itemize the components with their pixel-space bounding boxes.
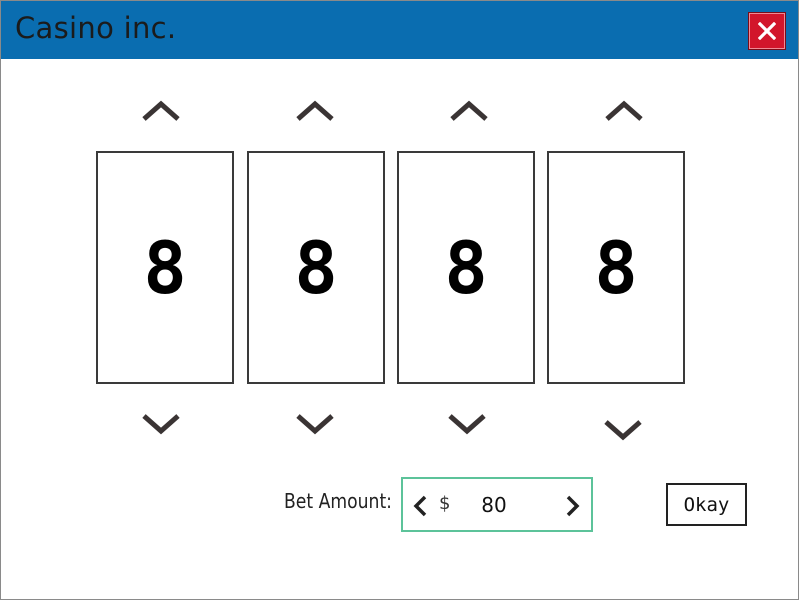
- chevron-left-icon: [413, 495, 427, 517]
- reel-3-down-button[interactable]: [447, 412, 487, 436]
- reel-3-digit: 8: [444, 225, 488, 310]
- reel-2-up-button[interactable]: [295, 99, 335, 123]
- reel-4-up-button[interactable]: [604, 99, 644, 123]
- reel-1: 8: [96, 151, 234, 384]
- bet-increase-button[interactable]: [564, 494, 582, 518]
- reel-1-digit: 8: [143, 225, 187, 310]
- chevron-up-icon: [450, 100, 488, 121]
- chevron-up-icon: [296, 100, 334, 121]
- reel-1-up-button[interactable]: [141, 99, 181, 123]
- reel-1-down-button[interactable]: [141, 412, 181, 436]
- reel-3: 8: [397, 151, 535, 384]
- chevron-down-icon: [604, 420, 642, 441]
- title-bar: Casino inc.: [1, 1, 798, 59]
- reel-2: 8: [247, 151, 385, 384]
- close-button[interactable]: [748, 12, 786, 50]
- chevron-up-icon: [142, 100, 180, 121]
- currency-symbol: $: [439, 493, 451, 514]
- chevron-up-icon: [605, 100, 643, 121]
- okay-button[interactable]: Okay: [666, 483, 747, 526]
- chevron-down-icon: [448, 414, 486, 435]
- casino-window: Casino inc. 8 8 8 8 Bet Amount: $ 80 Oka…: [0, 0, 799, 600]
- reel-4-digit: 8: [594, 225, 638, 310]
- close-icon: [758, 22, 776, 40]
- reel-2-down-button[interactable]: [295, 412, 335, 436]
- chevron-down-icon: [296, 414, 334, 435]
- reel-2-digit: 8: [294, 225, 338, 310]
- reel-4: 8: [547, 151, 685, 384]
- bet-amount-label: Bet Amount:: [284, 489, 392, 513]
- chevron-down-icon: [142, 414, 180, 435]
- reel-3-up-button[interactable]: [449, 99, 489, 123]
- bet-amount-stepper: $: [401, 477, 593, 532]
- bet-amount-input[interactable]: [463, 491, 525, 519]
- chevron-right-icon: [566, 495, 580, 517]
- bet-decrease-button[interactable]: [411, 494, 429, 518]
- window-title: Casino inc.: [15, 11, 177, 45]
- reel-4-down-button[interactable]: [603, 418, 643, 442]
